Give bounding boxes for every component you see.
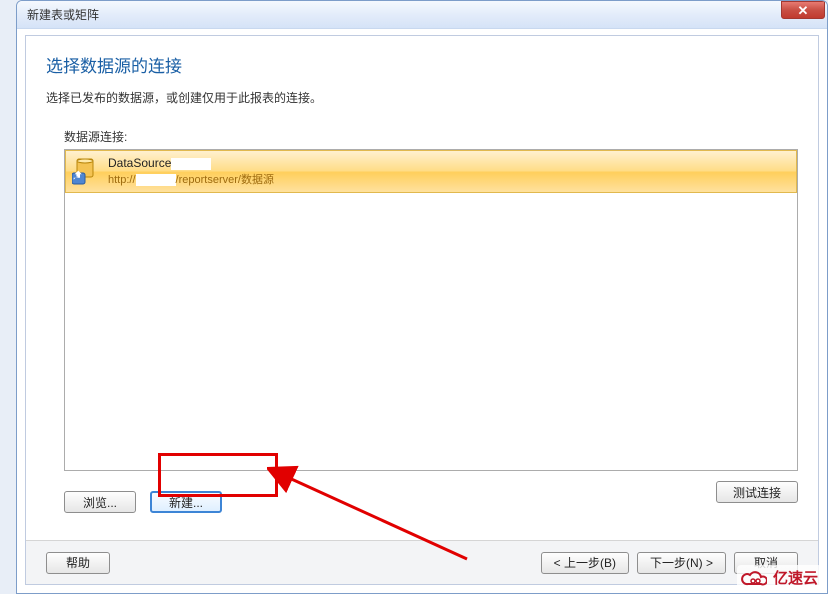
datasource-item[interactable]: DataSource http:///reportserver/数据源 — [65, 150, 797, 193]
next-button[interactable]: 下一步(N) > — [637, 552, 726, 574]
watermark-text: 亿速云 — [773, 567, 818, 588]
datasource-actions: 浏览... 新建... 测试连接 — [64, 481, 798, 513]
wizard-content: 选择数据源的连接 选择已发布的数据源，或创建仅用于此报表的连接。 数据源连接: — [46, 52, 798, 532]
close-icon: ✕ — [798, 4, 809, 17]
datasource-texts: DataSource http:///reportserver/数据源 — [108, 155, 274, 187]
datasource-list[interactable]: DataSource http:///reportserver/数据源 — [64, 149, 798, 471]
window-title: 新建表或矩阵 — [27, 6, 99, 23]
page-description: 选择已发布的数据源，或创建仅用于此报表的连接。 — [46, 89, 798, 106]
left-buttons: 浏览... 新建... — [64, 491, 222, 513]
wizard-footer: 帮助 < 上一步(B) 下一步(N) > 取消 — [26, 540, 818, 584]
wizard-window: 新建表或矩阵 ✕ 选择数据源的连接 选择已发布的数据源，或创建仅用于此报表的连接… — [16, 0, 828, 594]
titlebar: 新建表或矩阵 ✕ — [17, 1, 827, 29]
cloud-icon — [741, 568, 767, 588]
right-buttons: 测试连接 — [716, 481, 798, 513]
new-button[interactable]: 新建... — [150, 491, 222, 513]
datasource-icon — [72, 157, 100, 185]
wizard-inner: 选择数据源的连接 选择已发布的数据源，或创建仅用于此报表的连接。 数据源连接: — [25, 35, 819, 585]
page-heading: 选择数据源的连接 — [46, 52, 798, 77]
close-button[interactable]: ✕ — [781, 1, 825, 19]
browse-button[interactable]: 浏览... — [64, 491, 136, 513]
redacted-block — [171, 158, 211, 170]
back-button[interactable]: < 上一步(B) — [541, 552, 629, 574]
datasource-name: DataSource — [108, 155, 274, 171]
list-label: 数据源连接: — [64, 128, 798, 145]
help-button[interactable]: 帮助 — [46, 552, 110, 574]
redacted-block — [136, 174, 176, 186]
datasource-url: http:///reportserver/数据源 — [108, 173, 274, 187]
test-connection-button[interactable]: 测试连接 — [716, 481, 798, 503]
watermark-logo: 亿速云 — [737, 565, 822, 590]
